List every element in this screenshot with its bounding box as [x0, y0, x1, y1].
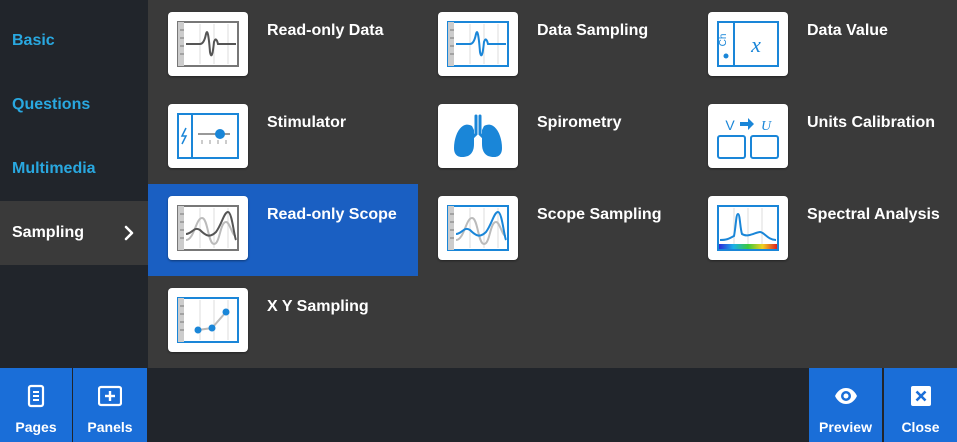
tile-spectral-analysis[interactable]: Spectral Analysis: [688, 184, 957, 276]
tile-xy-sampling[interactable]: X Y Sampling: [148, 276, 418, 368]
tile-stimulator[interactable]: Stimulator: [148, 92, 418, 184]
sidebar-item-questions[interactable]: Questions: [0, 73, 148, 137]
panels-label: Panels: [87, 419, 133, 435]
tile-read-only-data[interactable]: Read-only Data: [148, 0, 418, 92]
tile-label: Scope Sampling: [537, 206, 662, 223]
eye-icon: [834, 388, 857, 404]
tile-units-calibration[interactable]: V U Units Calibration: [688, 92, 957, 184]
scope-sampling-icon: [438, 196, 518, 260]
tile-label: Data Sampling: [537, 22, 649, 39]
sidebar-item-label: Multimedia: [12, 160, 96, 177]
spectral-analysis-icon: [708, 196, 788, 260]
data-value-icon: Ch x: [708, 12, 788, 76]
sidebar-item-sampling[interactable]: Sampling: [0, 201, 148, 265]
stimulator-icon: [168, 104, 248, 168]
tile-data-value[interactable]: Ch x Data Value: [688, 0, 957, 92]
lungs-icon: [438, 104, 518, 168]
close-icon: [910, 386, 931, 406]
close-button[interactable]: Close: [884, 368, 957, 442]
pages-icon: [27, 384, 45, 408]
sidebar-item-multimedia[interactable]: Multimedia: [0, 137, 148, 201]
tile-data-sampling[interactable]: Data Sampling: [418, 0, 688, 92]
tile-spirometry[interactable]: Spirometry: [418, 92, 688, 184]
sidebar-item-label: Basic: [12, 32, 55, 49]
tile-label: Stimulator: [267, 114, 347, 131]
panels-button[interactable]: Panels: [73, 368, 147, 442]
read-only-data-icon: [168, 12, 248, 76]
read-only-scope-icon: [168, 196, 248, 260]
channel-label: Ch: [718, 34, 729, 47]
panel-grid: Read-only Data Data Sampling Ch x Data V…: [148, 0, 957, 368]
sidebar-item-label: Sampling: [12, 224, 85, 241]
sidebar-item-basic[interactable]: Basic: [0, 9, 148, 73]
data-sampling-icon: [438, 12, 518, 76]
preview-button[interactable]: Preview: [809, 368, 882, 442]
tile-scope-sampling[interactable]: Scope Sampling: [418, 184, 688, 276]
units-calibration-icon: V U: [708, 104, 788, 168]
sidebar-item-label: Questions: [12, 96, 91, 113]
tile-label: Spirometry: [537, 114, 622, 131]
pages-label: Pages: [15, 419, 57, 435]
close-label: Close: [901, 419, 940, 435]
tile-label: Spectral Analysis: [807, 206, 940, 223]
xy-sampling-icon: [168, 288, 248, 352]
tile-read-only-scope[interactable]: Read-only Scope: [148, 184, 418, 276]
tile-label: Read-only Scope: [267, 206, 397, 223]
pages-button[interactable]: Pages: [0, 368, 72, 442]
tile-label: X Y Sampling: [267, 298, 369, 315]
sidebar: Basic Questions Multimedia Sampling: [0, 0, 148, 368]
chevron-right-icon: [124, 225, 134, 241]
volts-label: V: [725, 117, 735, 133]
units-label: U: [761, 119, 772, 134]
tile-label: Data Value: [807, 22, 888, 39]
tile-label: Units Calibration: [807, 114, 936, 131]
bottom-toolbar: Pages Panels Preview Close: [0, 368, 957, 442]
add-panel-icon: [98, 385, 122, 407]
variable-x-label: x: [750, 32, 761, 57]
preview-label: Preview: [819, 419, 872, 435]
tile-label: Read-only Data: [267, 22, 384, 39]
